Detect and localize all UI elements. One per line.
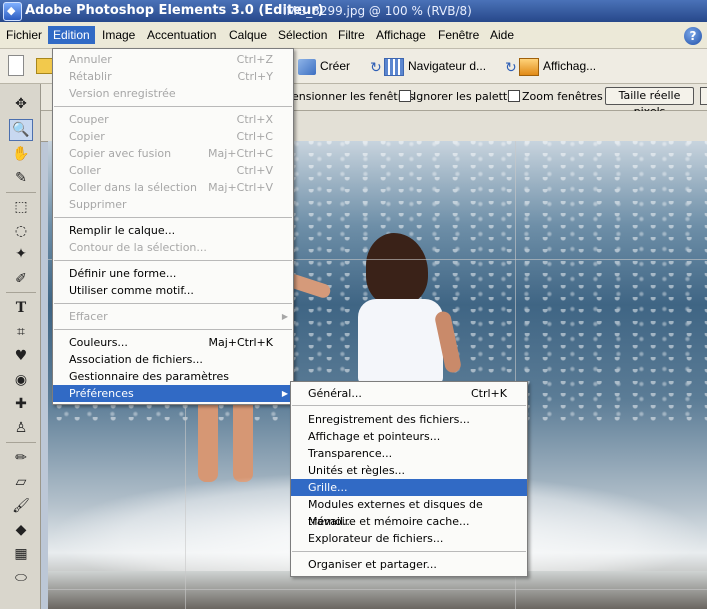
marquee-tool-icon[interactable]: ⬚	[10, 197, 32, 217]
menu-item-grid[interactable]: Grille...	[291, 479, 527, 496]
display-button[interactable]: ↻ Affichag...	[505, 56, 596, 76]
menu-affichage[interactable]: Affichage	[371, 26, 431, 44]
gradient-tool-icon[interactable]: ▦	[10, 544, 32, 564]
navigator-icon	[384, 57, 404, 76]
zoom-tool-icon[interactable]: 🔍	[9, 119, 33, 141]
eraser-tool-icon[interactable]: ▱	[10, 472, 32, 492]
healing-brush-tool-icon[interactable]: ✚	[10, 394, 32, 414]
menu-item-purge[interactable]: Effacer ▶	[53, 308, 293, 325]
menu-image[interactable]: Image	[97, 26, 140, 44]
menu-item-colors[interactable]: Couleurs... Maj+Ctrl+K	[53, 334, 293, 351]
menu-bar: Fichier Edition Image Accentuation Calqu…	[0, 22, 707, 49]
menu-item-stroke-selection[interactable]: Contour de la sélection...	[53, 239, 293, 256]
create-button[interactable]: Créer	[298, 56, 350, 76]
fit-screen-button[interactable]	[700, 87, 707, 105]
menu-item-cut[interactable]: Couper Ctrl+X	[53, 111, 293, 128]
menu-item-memory-cache[interactable]: Mémoire et mémoire cache...	[291, 513, 527, 530]
menu-accentuation[interactable]: Accentuation	[142, 26, 221, 44]
cookie-cutter-tool-icon[interactable]: ♥	[10, 346, 32, 366]
menu-item-preferences[interactable]: Préférences ▶	[53, 385, 293, 402]
red-eye-tool-icon[interactable]: ◉	[10, 370, 32, 390]
refresh-arrow-icon: ↻	[505, 58, 517, 75]
menu-item-saved-version[interactable]: Version enregistrée	[53, 85, 293, 102]
menu-item-copy-merged[interactable]: Copier avec fusion Maj+Ctrl+C	[53, 145, 293, 162]
pencil-tool-icon[interactable]: ✏	[10, 448, 32, 468]
window-title: Adobe Photoshop Elements 3.0 (Editeur)	[25, 3, 324, 18]
navigator-button[interactable]: ↻ Navigateur d...	[370, 56, 486, 76]
menu-item-plugins[interactable]: Modules externes et disques de travail..…	[291, 496, 527, 528]
menu-item-organize-share[interactable]: Organiser et partager...	[291, 556, 527, 573]
menu-item-define-shape[interactable]: Définir une forme...	[53, 265, 293, 282]
menu-filtre[interactable]: Filtre	[333, 26, 370, 44]
menu-item-define-pattern[interactable]: Utiliser comme motif...	[53, 282, 293, 299]
girl-shirt	[358, 299, 443, 384]
menu-item-paste-into[interactable]: Coller dans la sélection Maj+Ctrl+V	[53, 179, 293, 196]
brush-tool-icon[interactable]: 🖌	[10, 496, 32, 516]
magic-wand-tool-icon[interactable]: ✦	[10, 244, 32, 264]
menu-fichier[interactable]: Fichier	[1, 26, 47, 44]
move-tool-icon[interactable]: ✥	[10, 94, 32, 114]
menu-item-undo[interactable]: Annuler Ctrl+Z	[53, 51, 293, 68]
hand-tool-icon[interactable]: ✋	[10, 144, 32, 164]
zoom-windows-checkbox[interactable]	[508, 90, 520, 102]
zoom-windows-label[interactable]: Zoom fenêtres	[522, 90, 603, 103]
menu-item-file-association[interactable]: Association de fichiers...	[53, 351, 293, 368]
preferences-submenu: Général... Ctrl+K Enregistrement des fich…	[290, 381, 528, 577]
shape-tool-icon[interactable]: ⬭	[10, 568, 32, 588]
menu-item-fill-layer[interactable]: Remplir le calque...	[53, 222, 293, 239]
type-tool-icon[interactable]: T	[10, 298, 32, 318]
menu-item-redo[interactable]: Rétablir Ctrl+Y	[53, 68, 293, 85]
tool-palette: ✥ 🔍 ✋ ✎ ⬚ ◌ ✦ ✐ T ⌗ ♥ ◉ ✚ ♙ ✏ ▱ 🖌 ◆ ▦ ⬭	[0, 84, 41, 609]
menu-item-display-cursors[interactable]: Affichage et pointeurs...	[291, 428, 527, 445]
menu-fenetre[interactable]: Fenêtre	[433, 26, 484, 44]
menu-aide[interactable]: Aide	[485, 26, 519, 44]
selection-brush-tool-icon[interactable]: ✐	[10, 269, 32, 289]
menu-item-file-browser[interactable]: Explorateur de fichiers...	[291, 530, 527, 547]
title-bar: ◆ Adobe Photoshop Elements 3.0 (Editeur)…	[0, 0, 707, 22]
create-icon	[298, 58, 316, 75]
ignore-palettes-checkbox[interactable]	[399, 90, 411, 102]
menu-selection[interactable]: Sélection	[273, 26, 332, 44]
menu-item-paste[interactable]: Coller Ctrl+V	[53, 162, 293, 179]
submenu-arrow-icon: ▶	[281, 312, 288, 321]
menu-calque[interactable]: Calque	[224, 26, 272, 44]
menu-edition[interactable]: Edition	[48, 26, 95, 44]
edition-menu: Annuler Ctrl+Z Rétablir Ctrl+Y Version enr…	[52, 48, 294, 405]
submenu-arrow-icon: ▶	[281, 389, 288, 398]
menu-item-delete[interactable]: Supprimer	[53, 196, 293, 213]
crop-tool-icon[interactable]: ⌗	[10, 322, 32, 342]
refresh-arrow-icon: ↻	[370, 58, 382, 75]
menu-item-copy[interactable]: Copier Ctrl+C	[53, 128, 293, 145]
resize-windows-label[interactable]: ensionner les fenêtres	[292, 90, 415, 103]
menu-item-preset-manager[interactable]: Gestionnaire des paramètres prédéfinis..…	[53, 368, 293, 400]
app-icon[interactable]: ◆	[3, 2, 22, 21]
clone-stamp-tool-icon[interactable]: ♙	[10, 418, 32, 438]
actual-pixels-button[interactable]: Taille réelle pixels	[605, 87, 694, 118]
menu-item-saving-files[interactable]: Enregistrement des fichiers...	[291, 411, 527, 428]
document-name: IMG_3299.jpg @ 100 % (RVB/8)	[283, 4, 472, 18]
menu-item-transparency[interactable]: Transparence...	[291, 445, 527, 462]
lasso-tool-icon[interactable]: ◌	[10, 221, 32, 241]
menu-item-units-rulers[interactable]: Unités et règles...	[291, 462, 527, 479]
menu-item-general[interactable]: Général... Ctrl+K	[291, 385, 527, 402]
paint-bucket-tool-icon[interactable]: ◆	[10, 520, 32, 540]
eyedropper-tool-icon[interactable]: ✎	[10, 168, 32, 188]
display-icon	[519, 57, 539, 76]
new-file-icon[interactable]	[8, 55, 24, 76]
ignore-palettes-label[interactable]: Ignorer les palettes	[413, 90, 520, 103]
help-icon[interactable]: ?	[684, 27, 702, 45]
